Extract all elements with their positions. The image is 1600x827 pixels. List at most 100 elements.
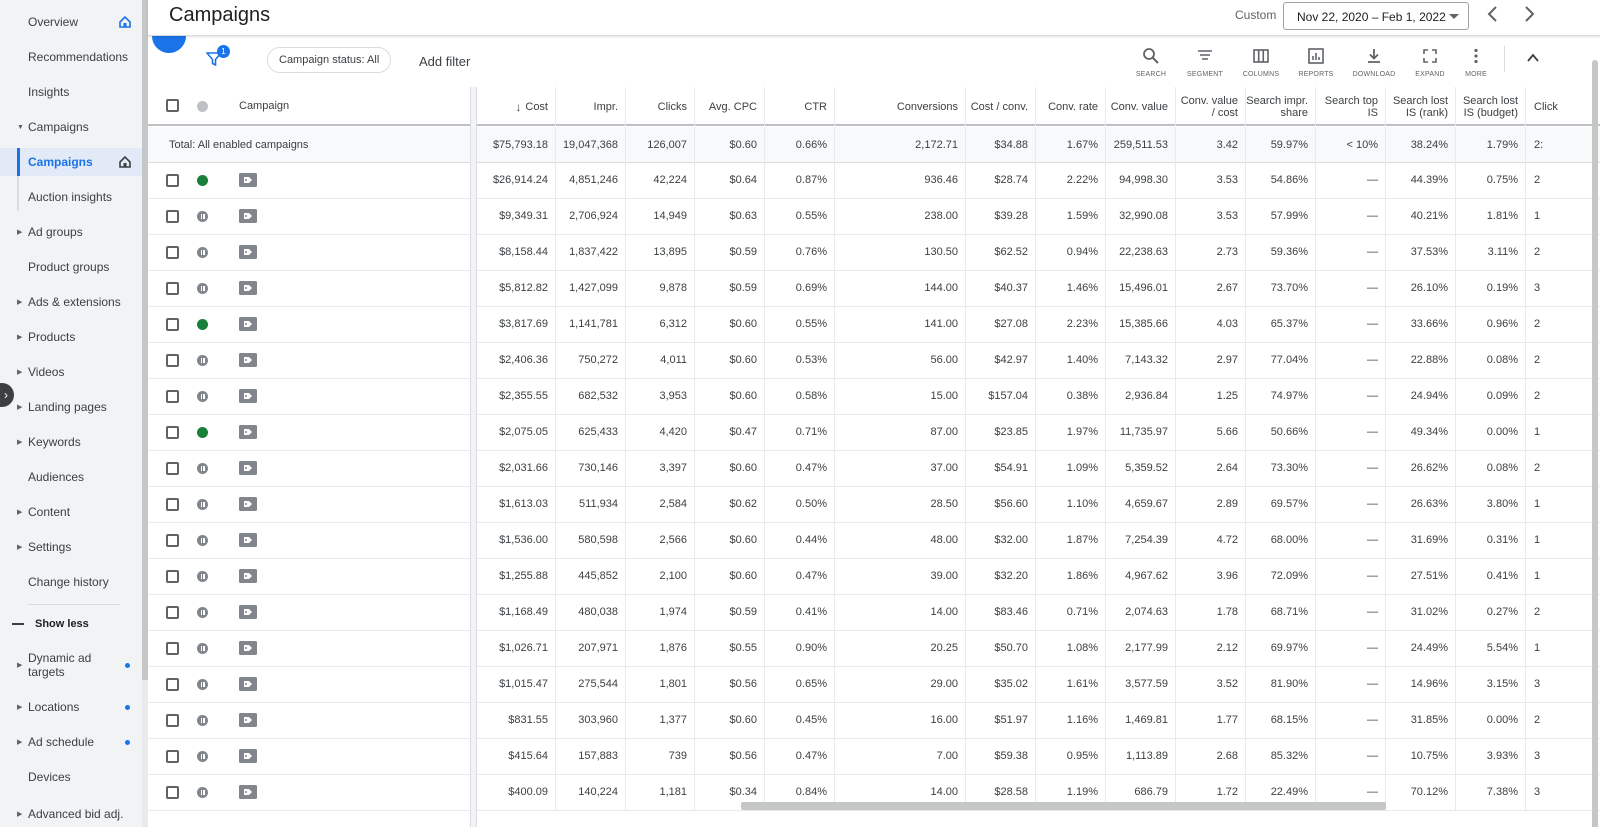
row-checkbox[interactable] [166, 678, 179, 691]
table-row[interactable]: $26,914.24 4,851,246 42,224 $0.64 0.87% 936.4… [148, 163, 1600, 199]
paused-status-icon[interactable] [197, 643, 208, 654]
table-row[interactable]: $1,168.49 480,038 1,974 $0.59 0.41% 14.00 $83.… [148, 595, 1600, 631]
row-checkbox[interactable] [166, 570, 179, 583]
more-tool-button[interactable]: MORE [1451, 47, 1501, 78]
frozen-column-divider[interactable] [470, 87, 477, 827]
sidebar-item-recommendations[interactable]: Recommendations [0, 43, 142, 71]
row-checkbox[interactable] [166, 534, 179, 547]
table-row[interactable]: $2,406.36 750,272 4,011 $0.60 0.53% 56.00 $42.… [148, 343, 1600, 379]
caret-right-icon[interactable]: ▶ [17, 738, 22, 746]
row-checkbox[interactable] [166, 498, 179, 511]
caret-right-icon[interactable]: ▶ [17, 543, 22, 551]
caret-down-icon[interactable]: ▼ [17, 124, 24, 131]
table-row[interactable]: $831.55 303,960 1,377 $0.60 0.45% 16.00 $51.97… [148, 703, 1600, 739]
column-header-clicks-extra[interactable]: Click [1526, 87, 1600, 126]
sidebar-item-audiences[interactable]: Audiences [0, 463, 142, 491]
row-checkbox[interactable] [166, 210, 179, 223]
sidebar-item-content[interactable]: ▶ Content [0, 498, 142, 526]
paused-status-icon[interactable] [197, 679, 208, 690]
collapse-chevron-up-icon[interactable] [1526, 51, 1540, 65]
caret-right-icon[interactable]: ▶ [17, 508, 22, 516]
column-header-avg-cpc[interactable]: Avg. CPC [695, 87, 765, 126]
row-checkbox[interactable] [166, 282, 179, 295]
table-row[interactable]: $1,613.03 511,934 2,584 $0.62 0.50% 28.50 $56.… [148, 487, 1600, 523]
sidebar-item-advanced-bid-adj[interactable]: ▶ Advanced bid adj. [0, 800, 142, 827]
sidebar-item-change-history[interactable]: Change history [0, 568, 142, 596]
row-checkbox[interactable] [166, 390, 179, 403]
caret-right-icon[interactable]: ▶ [17, 298, 22, 306]
paused-status-icon[interactable] [197, 607, 208, 618]
caret-right-icon[interactable]: ▶ [17, 810, 22, 818]
search-tool-button[interactable]: SEARCH [1126, 47, 1176, 78]
sidebar-item-campaigns[interactable]: Campaigns [0, 148, 142, 176]
campaign-name-cell[interactable] [263, 775, 470, 810]
paused-status-icon[interactable] [197, 211, 208, 222]
column-header-cost[interactable]: ↓ Cost [478, 87, 556, 126]
table-row[interactable]: $2,031.66 730,146 3,397 $0.60 0.47% 37.00 $54.… [148, 451, 1600, 487]
column-header-search-top-is[interactable]: Search top IS [1316, 87, 1386, 126]
sidebar-item-videos[interactable]: ▶ Videos [0, 358, 142, 386]
paused-status-icon[interactable] [197, 463, 208, 474]
row-checkbox[interactable] [166, 462, 179, 475]
sidebar-item-ad-groups[interactable]: ▶ Ad groups [0, 218, 142, 246]
download-tool-button[interactable]: DOWNLOAD [1349, 47, 1399, 78]
add-filter-button[interactable]: Add filter [419, 54, 470, 69]
sidebar-item-ads-extensions[interactable]: ▶ Ads & extensions [0, 288, 142, 316]
column-header-conversions[interactable]: Conversions [835, 87, 966, 126]
column-header-search-impr-share[interactable]: Search impr. share [1246, 87, 1316, 126]
paused-status-icon[interactable] [197, 787, 208, 798]
table-row[interactable]: $9,349.31 2,706,924 14,949 $0.63 0.55% 238.00… [148, 199, 1600, 235]
paused-status-icon[interactable] [197, 283, 208, 294]
row-checkbox[interactable] [166, 642, 179, 655]
column-header-conv-rate[interactable]: Conv. rate [1036, 87, 1106, 126]
sidebar-item-product-groups[interactable]: Product groups [0, 253, 142, 281]
table-row[interactable]: $2,075.05 625,433 4,420 $0.47 0.71% 87.00 $23.… [148, 415, 1600, 451]
column-header-conv-value[interactable]: Conv. value [1106, 87, 1176, 126]
table-row[interactable]: $415.64 157,883 739 $0.56 0.47% 7.00 $59.38 0.9… [148, 739, 1600, 775]
row-checkbox[interactable] [166, 786, 179, 799]
table-row[interactable]: $5,812.82 1,427,099 9,878 $0.59 0.69% 144.00 $… [148, 271, 1600, 307]
segment-tool-button[interactable]: SEGMENT [1180, 47, 1230, 78]
column-header-cost-per-conv[interactable]: Cost / conv. [966, 87, 1036, 126]
sidebar-item-insights[interactable]: Insights [0, 78, 142, 106]
campaign-name-cell[interactable] [263, 487, 470, 522]
campaign-name-cell[interactable] [263, 307, 470, 342]
expand-tool-button[interactable]: EXPAND [1405, 47, 1455, 78]
campaign-name-cell[interactable] [263, 451, 470, 486]
row-checkbox[interactable] [166, 318, 179, 331]
paused-status-icon[interactable] [197, 499, 208, 510]
campaign-name-cell[interactable] [263, 415, 470, 450]
table-row[interactable]: $1,015.47 275,544 1,801 $0.56 0.65% 29.00 $35.… [148, 667, 1600, 703]
sidebar-item-locations[interactable]: ▶ Locations [0, 693, 142, 721]
campaign-name-cell[interactable] [263, 595, 470, 630]
caret-right-icon[interactable]: ▶ [17, 228, 22, 236]
next-period-chevron-icon[interactable] [1522, 4, 1536, 30]
paused-status-icon[interactable] [197, 751, 208, 762]
campaign-name-cell[interactable] [263, 271, 470, 306]
sidebar-item-overview[interactable]: Overview [0, 8, 142, 36]
sidebar-item-ad-schedule[interactable]: ▶ Ad schedule [0, 728, 142, 756]
enabled-status-icon[interactable] [197, 319, 208, 330]
sidebar-item-keywords[interactable]: ▶ Keywords [0, 428, 142, 456]
column-header-clicks[interactable]: Clicks [626, 87, 695, 126]
campaign-name-cell[interactable] [263, 559, 470, 594]
enabled-status-icon[interactable] [197, 427, 208, 438]
sidebar-item-show-less[interactable]: Show less [0, 610, 142, 638]
column-header-search-lost-is-rank[interactable]: Search lost IS (rank) [1386, 87, 1456, 126]
row-checkbox[interactable] [166, 606, 179, 619]
table-row[interactable]: $1,255.88 445,852 2,100 $0.60 0.47% 39.00 $32.… [148, 559, 1600, 595]
campaign-column-header[interactable]: Campaign [239, 100, 289, 112]
column-header-impressions[interactable]: Impr. [556, 87, 626, 126]
campaign-name-cell[interactable] [263, 631, 470, 666]
status-column-icon[interactable] [197, 101, 208, 112]
paused-status-icon[interactable] [197, 391, 208, 402]
column-header-search-lost-is-budget[interactable]: Search lost IS (budget) [1456, 87, 1526, 126]
home-icon[interactable] [118, 15, 132, 29]
paused-status-icon[interactable] [197, 715, 208, 726]
campaign-name-cell[interactable] [263, 163, 470, 198]
campaign-name-cell[interactable] [263, 703, 470, 738]
table-row[interactable]: $8,158.44 1,837,422 13,895 $0.59 0.76% 130.50… [148, 235, 1600, 271]
paused-status-icon[interactable] [197, 247, 208, 258]
campaign-name-cell[interactable] [263, 523, 470, 558]
sidebar-item-settings[interactable]: ▶ Settings [0, 533, 142, 561]
